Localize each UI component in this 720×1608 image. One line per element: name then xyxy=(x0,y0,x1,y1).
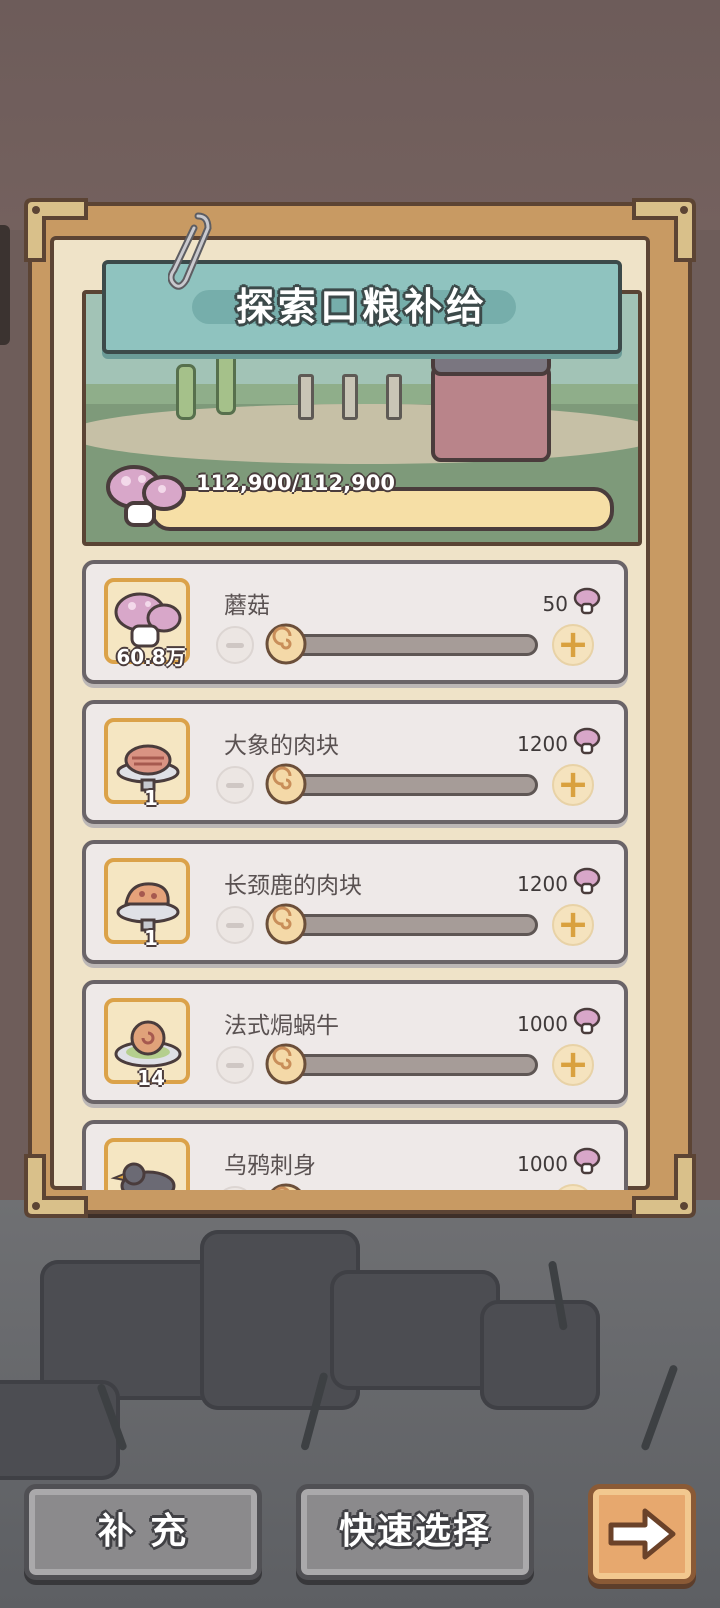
corner-bracket-icon xyxy=(630,196,698,264)
quantity-slider[interactable] xyxy=(276,774,538,796)
item-icon-frame: 60.8万 xyxy=(104,578,190,669)
item-price: 1200 xyxy=(517,872,568,896)
capacity-text: 112,900/112,900 xyxy=(196,471,395,495)
increase-button[interactable]: + xyxy=(552,624,594,666)
item-name: 乌鸦刺身 xyxy=(224,1153,316,1179)
corner-bracket-icon xyxy=(22,196,90,264)
increase-button[interactable]: + xyxy=(552,1184,594,1190)
quick-select-button[interactable]: 快速选择 xyxy=(296,1484,534,1580)
mushroom-currency-icon xyxy=(573,1147,601,1175)
list-item: 乌鸦刺身 1000 + xyxy=(82,1120,628,1190)
item-price: 1000 xyxy=(517,1012,568,1036)
item-name: 大象的肉块 xyxy=(224,733,339,759)
next-button[interactable] xyxy=(588,1484,696,1584)
refill-button[interactable]: 补 充 xyxy=(24,1484,262,1580)
supply-hut-icon xyxy=(431,348,551,462)
slider-handle[interactable] xyxy=(264,1182,308,1190)
list-item: 1 大象的肉块 1200 + xyxy=(82,700,628,824)
increase-button[interactable]: + xyxy=(552,1044,594,1086)
quantity-slider[interactable] xyxy=(276,914,538,936)
decrease-button[interactable] xyxy=(216,626,254,664)
mushroom-currency-icon xyxy=(573,1007,601,1035)
mushroom-currency-icon xyxy=(573,587,601,615)
quantity-slider[interactable] xyxy=(276,634,538,656)
quick-select-button-label: 快速选择 xyxy=(338,1511,491,1552)
decrease-button[interactable] xyxy=(216,766,254,804)
refill-button-label: 补 充 xyxy=(97,1511,189,1552)
ration-list[interactable]: 60.8万 蘑菇 50 + 1 大象的肉块 1200 + 1 长颈鹿的肉块 12… xyxy=(82,560,630,1190)
corner-bracket-icon xyxy=(630,1152,698,1220)
item-icon-frame: 14 xyxy=(104,998,190,1090)
mushroom-icon xyxy=(106,465,186,527)
decrease-button[interactable] xyxy=(216,1046,254,1084)
crow-sashimi-icon xyxy=(110,1162,176,1190)
quantity-slider[interactable] xyxy=(276,1054,538,1076)
slider-handle[interactable] xyxy=(264,762,308,806)
slider-handle[interactable] xyxy=(264,622,308,666)
paperclip-icon xyxy=(168,212,212,290)
item-price: 50 xyxy=(542,592,568,616)
arrow-right-icon xyxy=(608,1508,676,1560)
item-name: 蘑菇 xyxy=(224,593,270,619)
background-top xyxy=(0,0,720,230)
item-icon-frame: 1 xyxy=(104,858,190,950)
item-count: 1 xyxy=(144,786,158,810)
item-count: 60.8万 xyxy=(116,645,186,669)
item-name: 法式焗蜗牛 xyxy=(224,1013,339,1039)
slider-handle[interactable] xyxy=(264,1042,308,1086)
item-icon-frame xyxy=(104,1138,190,1190)
item-count: 1 xyxy=(144,926,158,950)
item-price: 1000 xyxy=(517,1152,568,1176)
item-count: 14 xyxy=(137,1066,165,1090)
item-price: 1200 xyxy=(517,732,568,756)
item-icon-frame: 1 xyxy=(104,718,190,810)
list-item: 1 长颈鹿的肉块 1200 + xyxy=(82,840,628,964)
mushroom-currency-icon xyxy=(573,727,601,755)
decrease-button[interactable] xyxy=(216,1186,254,1190)
corner-bracket-icon xyxy=(22,1152,90,1220)
mushroom-currency-icon xyxy=(573,867,601,895)
slider-handle[interactable] xyxy=(264,902,308,946)
list-item: 14 法式焗蜗牛 1000 + xyxy=(82,980,628,1104)
increase-button[interactable]: + xyxy=(552,764,594,806)
decrease-button[interactable] xyxy=(216,906,254,944)
side-tab[interactable] xyxy=(0,225,10,345)
increase-button[interactable]: + xyxy=(552,904,594,946)
item-name: 长颈鹿的肉块 xyxy=(224,873,362,899)
list-item: 60.8万 蘑菇 50 + xyxy=(82,560,628,684)
